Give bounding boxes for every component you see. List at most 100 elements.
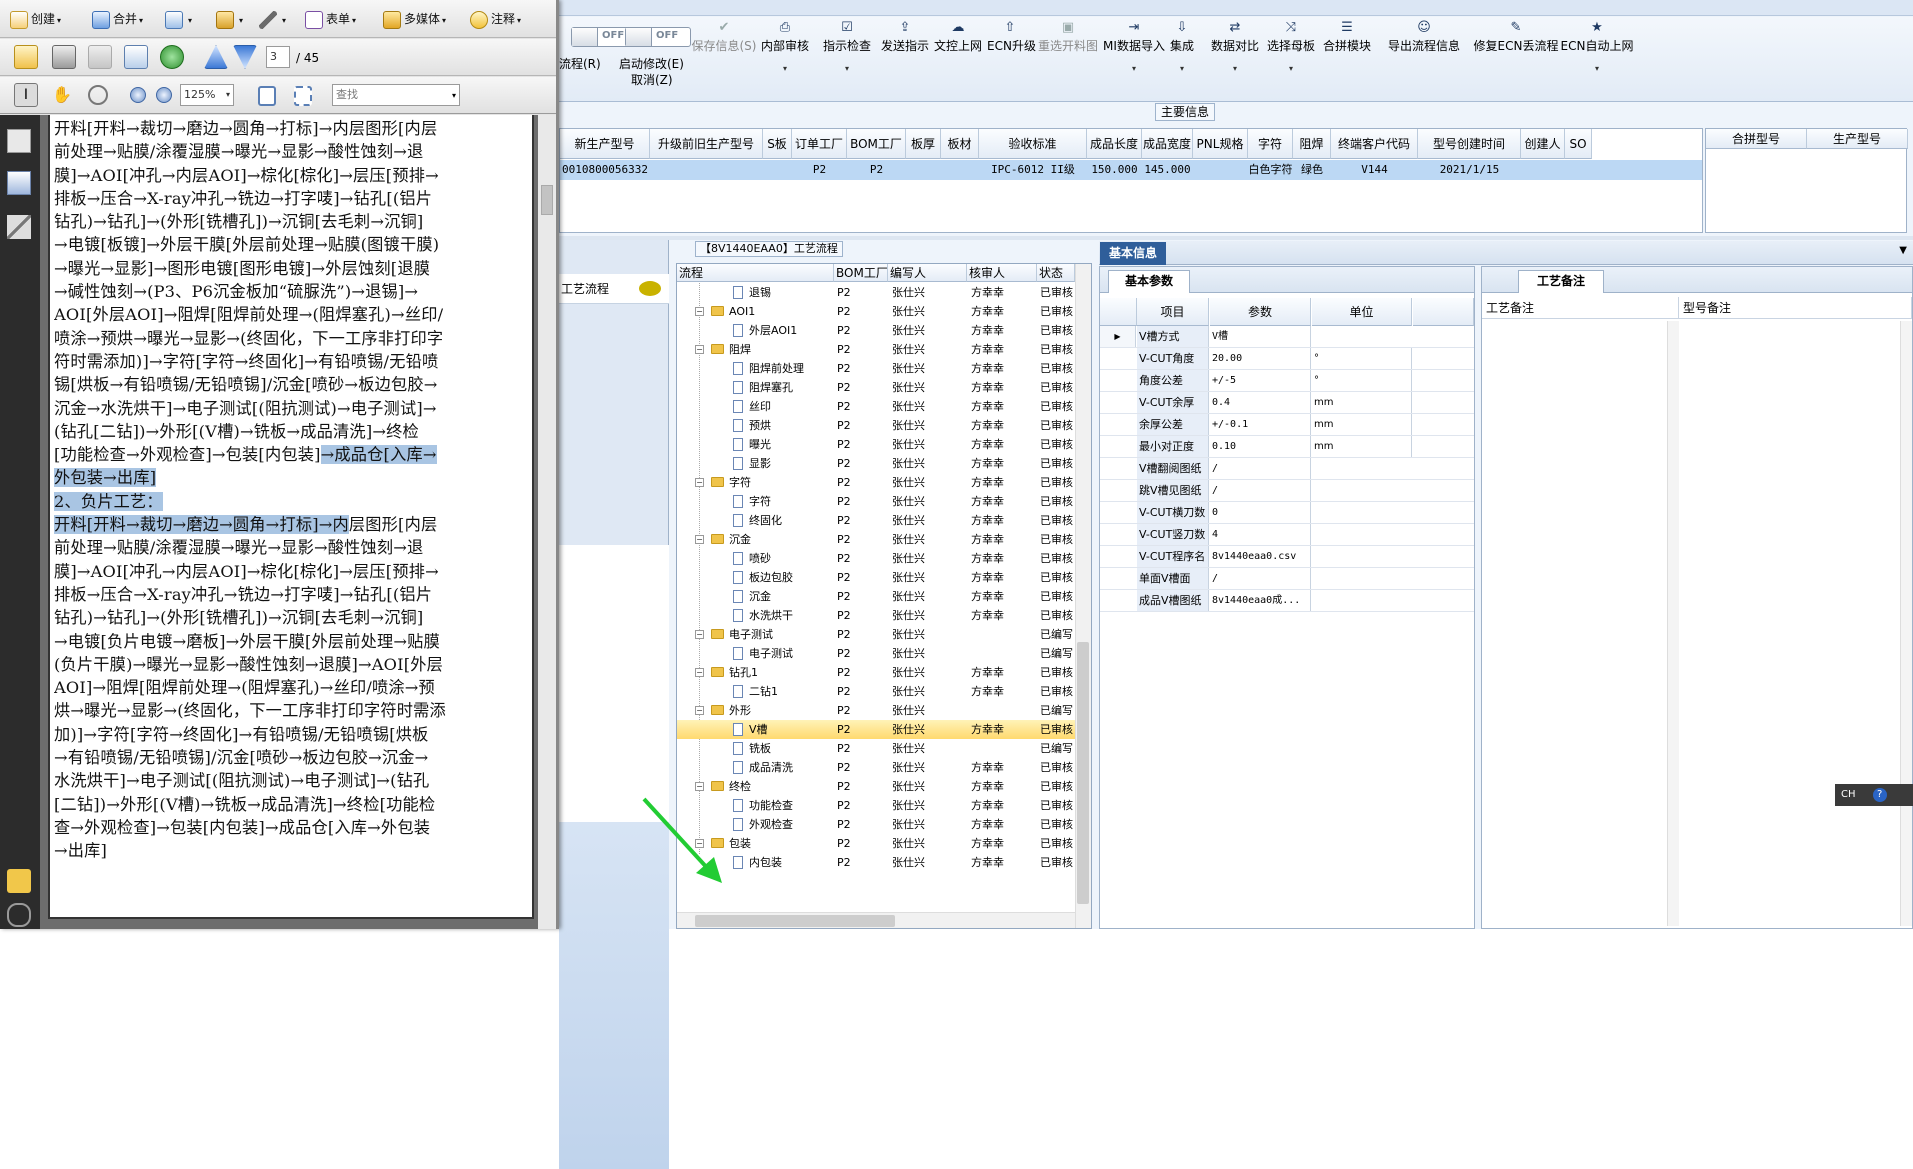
comments-panel-icon[interactable] [7, 869, 31, 893]
params-column-header[interactable]: 项目 [1137, 298, 1209, 326]
tree-row[interactable]: 曝光 P2 张仕兴 方幸幸 已审核 [677, 435, 1075, 454]
next-page-icon[interactable] [233, 45, 257, 69]
secure-button[interactable]: ▾ [216, 6, 243, 32]
tree-row[interactable]: 显影 P2 张仕兴 方幸幸 已审核 [677, 454, 1075, 473]
param-value[interactable]: / [1210, 480, 1311, 501]
compare-ribbon-button[interactable]: ⇄ 数据对比 ▾ [1208, 19, 1262, 89]
bookmarks-panel-icon[interactable] [7, 171, 31, 195]
download-ribbon-button[interactable]: ⇩ 集成 ▾ [1162, 19, 1202, 89]
param-value[interactable]: +/-5 [1210, 370, 1311, 391]
tree-row[interactable]: V槽 P2 张仕兴 方幸幸 已审核 [677, 720, 1075, 739]
cloud-upload-ribbon-button[interactable]: ☁ 文控上网 [932, 19, 984, 89]
tree-scroll-thumb[interactable] [1077, 642, 1089, 904]
grid-column-header[interactable]: 板材 [941, 129, 979, 159]
chevron-down-icon[interactable]: ▾ [1263, 64, 1319, 73]
expand-toggle-icon[interactable]: − [695, 535, 704, 544]
tree-row[interactable]: 丝印 P2 张仕兴 方幸幸 已审核 [677, 397, 1075, 416]
save-icon[interactable] [88, 45, 112, 69]
expand-toggle-icon[interactable]: − [695, 478, 704, 487]
tree-row[interactable]: 阻焊塞孔 P2 张仕兴 方幸幸 已审核 [677, 378, 1075, 397]
page-number-input[interactable]: 3 [266, 46, 290, 68]
tree-row[interactable]: − 字符 P2 张仕兴 方幸幸 已审核 [677, 473, 1075, 492]
param-value[interactable]: 0.10 [1210, 436, 1311, 457]
params-row[interactable]: V-CUT余厚 0.4 mm [1100, 392, 1474, 414]
tree-row[interactable]: − 阻焊 P2 张仕兴 方幸幸 已审核 [677, 340, 1075, 359]
wrench-ribbon-button[interactable]: ✎ 修复ECN丢流程 [1473, 19, 1559, 89]
params-row[interactable]: ▶ V槽方式 V槽 [1100, 326, 1474, 348]
grid-column-header[interactable]: PNL规格 [1193, 129, 1248, 159]
param-value[interactable]: +/-0.1 [1210, 414, 1311, 435]
grid-column-header[interactable]: 型号创建时间 [1418, 129, 1521, 159]
smile-ribbon-button[interactable]: ☺ 导出流程信息 [1377, 19, 1471, 89]
param-value[interactable]: V槽 [1210, 326, 1311, 347]
check-ribbon-button[interactable]: ✔ 保存信息(S) [689, 19, 759, 89]
create-button[interactable]: 创建 ▾ [10, 6, 61, 32]
ime-indicator[interactable]: CH ? [1835, 784, 1913, 806]
tree-column-header[interactable]: 核审人 [967, 264, 1037, 282]
find-input[interactable]: 查找 [332, 84, 460, 106]
edit-toggle[interactable]: OFF [625, 27, 691, 47]
forms-button[interactable]: 表单 ▾ [305, 6, 356, 32]
splitter[interactable] [559, 236, 1913, 240]
expand-toggle-icon[interactable]: − [695, 782, 704, 791]
grid-column-header[interactable]: 订单工厂 [792, 129, 847, 159]
params-row[interactable]: 角度公差 +/-5 ° [1100, 370, 1474, 392]
params-row[interactable]: V槽翻阅图纸 / [1100, 458, 1474, 480]
model-notes-scrollbar[interactable] [1900, 321, 1912, 926]
tree-row[interactable]: − 外形 P2 张仕兴 已编写 [677, 701, 1075, 720]
chevron-down-icon[interactable]: ▾ [1162, 64, 1202, 73]
notes-scrollbar[interactable] [1667, 321, 1679, 926]
tree-row[interactable]: − 包装 P2 张仕兴 方幸幸 已审核 [677, 834, 1075, 853]
tree-row[interactable]: 外层AOI1 P2 张仕兴 方幸幸 已审核 [677, 321, 1075, 340]
open-folder-icon[interactable] [14, 45, 38, 69]
email-icon[interactable] [124, 45, 148, 69]
tree-row[interactable]: 终固化 P2 张仕兴 方幸幸 已审核 [677, 511, 1075, 530]
basic-info-tab[interactable]: 基本信息 [1100, 242, 1166, 265]
param-value[interactable]: 0.4 [1210, 392, 1311, 413]
tree-hscroll-thumb[interactable] [695, 915, 895, 927]
params-column-header[interactable]: 单位 [1312, 298, 1412, 326]
grid-column-header[interactable]: 阻焊 [1293, 129, 1331, 159]
grid-column-header[interactable]: S板 [763, 129, 792, 159]
marquee-zoom-icon[interactable] [88, 85, 108, 105]
pages-panel-icon[interactable] [7, 129, 31, 153]
printer-ribbon-button[interactable]: ⎙ 内部审核 ▾ [756, 19, 814, 89]
tree-row[interactable]: − AOI1 P2 张仕兴 方幸幸 已审核 [677, 302, 1075, 321]
collapse-chevron-icon[interactable]: ▼ [1899, 245, 1907, 256]
share-button[interactable]: ▾ [165, 6, 192, 32]
list-ribbon-button[interactable]: ☰ 合拼模块 [1320, 19, 1374, 89]
tree-row[interactable]: − 沉金 P2 张仕兴 方幸幸 已审核 [677, 530, 1075, 549]
tree-column-header[interactable]: 编写人 [888, 264, 967, 282]
cancel-button[interactable]: 取消(Z) [631, 71, 673, 88]
image-ribbon-button[interactable]: ▣ 重选开料图 [1037, 19, 1099, 89]
combine-button[interactable]: 合并 ▾ [92, 6, 143, 32]
help-icon[interactable]: ? [1872, 788, 1887, 802]
params-row[interactable]: 单面V槽面 / [1100, 568, 1474, 590]
tree-row[interactable]: 喷砂 P2 张仕兴 方幸幸 已审核 [677, 549, 1075, 568]
chevron-down-icon[interactable]: ▾ [818, 64, 876, 73]
tree-row[interactable]: 铣板 P2 张仕兴 已编写 [677, 739, 1075, 758]
select-text-icon[interactable]: I [14, 83, 38, 107]
shuffle-ribbon-button[interactable]: ⤨ 选择母板 ▾ [1263, 19, 1319, 89]
sign-button[interactable]: ▾ [259, 6, 286, 32]
params-column-header[interactable]: 参数 [1210, 298, 1311, 326]
grid-column-header[interactable]: 升级前旧生产型号 [650, 129, 763, 159]
tree-horizontal-scrollbar[interactable] [677, 912, 1075, 928]
upgrade-ribbon-button[interactable]: ⇧ ECN升级 [987, 19, 1036, 89]
chevron-down-icon[interactable]: ▾ [1101, 64, 1167, 73]
basic-params-tab[interactable]: 基本参数 [1108, 270, 1190, 293]
chevron-down-icon[interactable]: ▾ [1559, 64, 1635, 73]
hand-tool-icon[interactable]: ✋ [50, 83, 74, 107]
params-row[interactable]: 余厚公差 +/-0.1 mm [1100, 414, 1474, 436]
pdf-scroll-thumb[interactable] [541, 185, 553, 215]
tree-column-header[interactable]: 状态 [1037, 264, 1075, 282]
tree-row[interactable]: 板边包胶 P2 张仕兴 方幸幸 已审核 [677, 568, 1075, 587]
grid-column-header[interactable]: 新生产型号 [560, 129, 650, 159]
zoom-in-icon[interactable] [156, 87, 172, 103]
param-value[interactable]: / [1210, 458, 1311, 479]
tree-vertical-scrollbar[interactable] [1075, 264, 1091, 928]
params-row[interactable]: 最小对正度 0.10 mm [1100, 436, 1474, 458]
zoom-level-select[interactable]: 125% ▾ [180, 84, 234, 106]
grid-column-header[interactable]: 创建人 [1521, 129, 1565, 159]
attachments-panel-icon[interactable] [7, 903, 31, 927]
